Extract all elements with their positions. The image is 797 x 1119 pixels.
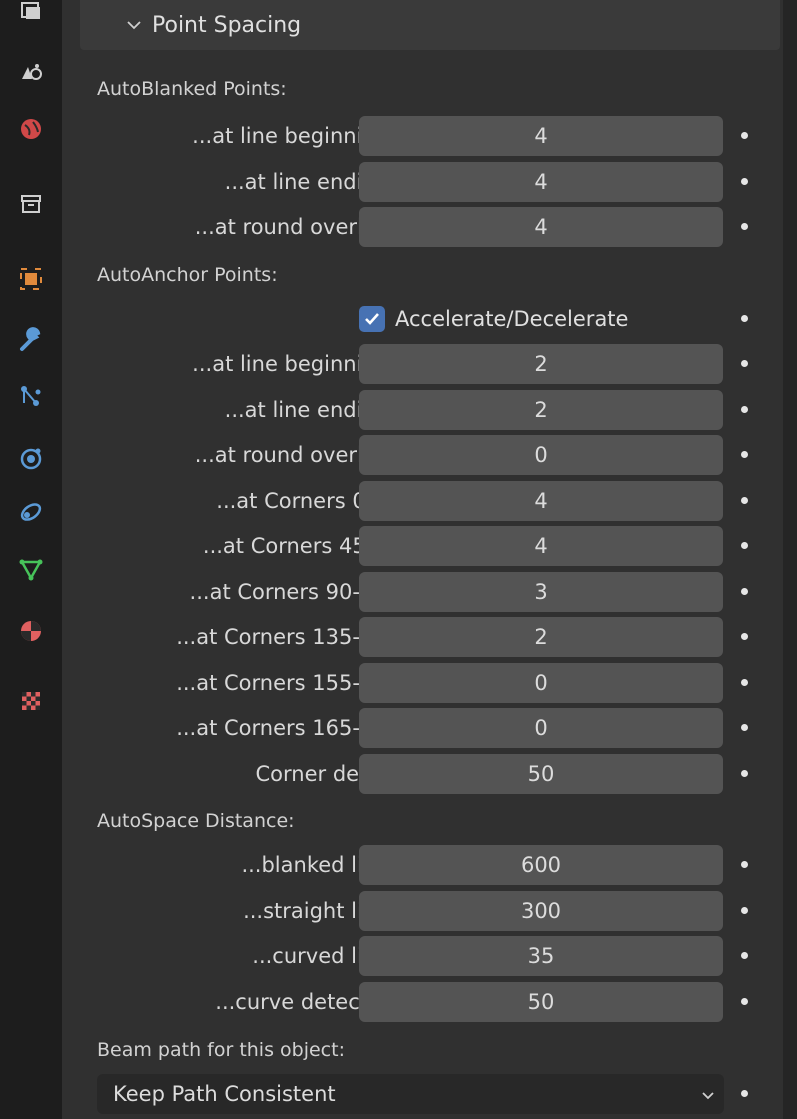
point-spacing-panel-header[interactable]: Point Spacing: [80, 0, 780, 50]
autoanchor-corners-45-90-row: ...at Corners 45-90 4: [62, 526, 797, 566]
autoanchor-corners-165-175-row: ...at Corners 165-175 0: [62, 708, 797, 748]
chevron-down-icon: [702, 1092, 714, 1100]
section-autoblanked-label: AutoBlanked Points:: [97, 78, 287, 100]
object-icon[interactable]: [0, 257, 62, 301]
beam-path-dropdown[interactable]: Keep Path Consistent: [97, 1074, 724, 1114]
keyframe-dot[interactable]: [741, 724, 748, 731]
accelerate-decelerate-row: Accelerate/Decelerate: [62, 299, 797, 339]
texture-icon[interactable]: [0, 679, 62, 723]
object-data-icon[interactable]: [0, 547, 62, 591]
keyframe-dot[interactable]: [741, 406, 748, 413]
corner-detect-field[interactable]: 50: [359, 754, 723, 794]
material-icon[interactable]: [0, 609, 62, 653]
collection-icon[interactable]: [0, 182, 62, 226]
autoblanked-line-beginnings-field[interactable]: 4: [359, 116, 723, 156]
properties-tab-bar: [0, 0, 62, 1119]
keyframe-dot[interactable]: [741, 1090, 748, 1097]
autoanchor-line-beginnings-row: ...at line beginnings 2: [62, 344, 797, 384]
world-icon[interactable]: [0, 107, 62, 151]
autoanchor-corners-135-155-row: ...at Corners 135-155 2: [62, 617, 797, 657]
autospace-curved-lines-field[interactable]: 35: [359, 936, 723, 976]
keyframe-dot[interactable]: [741, 223, 748, 230]
keyframe-dot[interactable]: [741, 952, 748, 959]
corner-detect-row: Corner detect 50: [62, 754, 797, 794]
view-layer-icon[interactable]: [0, 50, 62, 94]
autospace-straight-lines-field[interactable]: 300: [359, 891, 723, 931]
keyframe-dot[interactable]: [741, 633, 748, 640]
autoanchor-round-overlaps-row: ...at round overlaps 0: [62, 435, 797, 475]
section-beampath-label: Beam path for this object:: [97, 1039, 345, 1061]
autoanchor-corners-45-90-field[interactable]: 4: [359, 526, 723, 566]
keyframe-dot[interactable]: [741, 907, 748, 914]
autoanchor-corners-0-45-field[interactable]: 4: [359, 481, 723, 521]
keyframe-dot[interactable]: [741, 178, 748, 185]
autoanchor-corners-165-175-field[interactable]: 0: [359, 708, 723, 748]
autoanchor-line-endings-row: ...at line endings 2: [62, 390, 797, 430]
render-properties-icon[interactable]: [0, 0, 62, 34]
autoblanked-round-overlaps-field[interactable]: 4: [359, 207, 723, 247]
autoanchor-corners-155-165-row: ...at Corners 155-165 0: [62, 663, 797, 703]
keyframe-dot[interactable]: [741, 315, 748, 322]
autoanchor-corners-135-155-field[interactable]: 2: [359, 617, 723, 657]
autoblanked-line-beginnings-row: ...at line beginnings 4: [62, 116, 797, 156]
keyframe-dot[interactable]: [741, 132, 748, 139]
autoanchor-corners-90-135-row: ...at Corners 90-135 3: [62, 572, 797, 612]
keyframe-dot[interactable]: [741, 542, 748, 549]
autoanchor-corners-155-165-field[interactable]: 0: [359, 663, 723, 703]
keyframe-dot[interactable]: [741, 770, 748, 777]
accelerate-decelerate-checkbox[interactable]: [359, 306, 385, 332]
constraints-icon[interactable]: [0, 490, 62, 534]
autospace-blanked-lines-field[interactable]: 600: [359, 845, 723, 885]
section-autoanchor-label: AutoAnchor Points:: [97, 264, 278, 286]
keyframe-dot[interactable]: [741, 861, 748, 868]
modifier-wrench-icon[interactable]: [0, 318, 62, 362]
chevron-down-icon: [127, 21, 141, 30]
autoanchor-line-endings-field[interactable]: 2: [359, 390, 723, 430]
autospace-curved-lines-row: ...curved lines 35: [62, 936, 797, 976]
keyframe-dot[interactable]: [741, 451, 748, 458]
keyframe-dot[interactable]: [741, 679, 748, 686]
autoblanked-line-endings-row: ...at line endings 4: [62, 162, 797, 202]
autoanchor-line-beginnings-field[interactable]: 2: [359, 344, 723, 384]
section-autospace-label: AutoSpace Distance:: [97, 810, 295, 832]
autospace-curve-detection-row: ...curve detection 50: [62, 982, 797, 1022]
beam-path-selected-value: Keep Path Consistent: [113, 1082, 336, 1106]
particles-icon[interactable]: [0, 374, 62, 418]
autoblanked-line-endings-field[interactable]: 4: [359, 162, 723, 202]
autoanchor-corners-90-135-field[interactable]: 3: [359, 572, 723, 612]
keyframe-dot[interactable]: [741, 998, 748, 1005]
autoanchor-round-overlaps-field[interactable]: 0: [359, 435, 723, 475]
autoblanked-round-overlaps-row: ...at round overlaps 4: [62, 207, 797, 247]
autospace-curve-detection-field[interactable]: 50: [359, 982, 723, 1022]
autoanchor-corners-0-45-row: ...at Corners 0-45 4: [62, 481, 797, 521]
keyframe-dot[interactable]: [741, 588, 748, 595]
autospace-blanked-lines-row: ...blanked lines 600: [62, 845, 797, 885]
physics-icon[interactable]: [0, 436, 62, 480]
accelerate-decelerate-label[interactable]: Accelerate/Decelerate: [395, 299, 628, 339]
keyframe-dot[interactable]: [741, 360, 748, 367]
keyframe-dot[interactable]: [741, 497, 748, 504]
checkmark-icon: [365, 313, 379, 325]
autospace-straight-lines-row: ...straight lines 300: [62, 891, 797, 931]
panel-title: Point Spacing: [152, 12, 302, 38]
